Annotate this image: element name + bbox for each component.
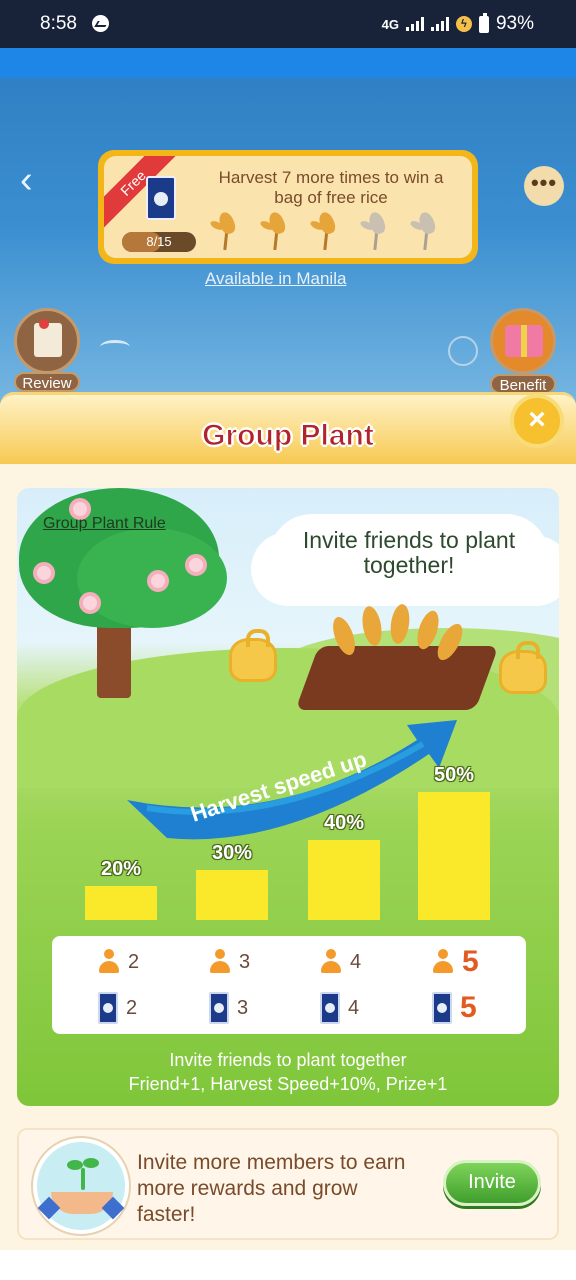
prizes-count-4: 5 xyxy=(460,991,477,1024)
wheat-filled-icon xyxy=(209,210,244,251)
benefit-label[interactable]: Benefit xyxy=(490,374,556,394)
rice-bag-icon xyxy=(209,992,229,1024)
harvest-progress-counter: 8/15 xyxy=(122,232,196,252)
speed-percent-label: 50% xyxy=(433,764,475,786)
battery-saver-icon: ϟ xyxy=(455,16,472,32)
clipboard-icon xyxy=(34,319,62,357)
members-count-3: 4 xyxy=(350,950,362,973)
caption-line-2: Friend+1, Harvest Speed+10%, Prize+1 xyxy=(128,1074,448,1094)
more-options-button[interactable]: ••• xyxy=(524,166,564,206)
wheat-empty-icon xyxy=(409,210,444,251)
flower-icon xyxy=(33,562,55,584)
app-top-bar xyxy=(0,48,576,78)
harvest-icons xyxy=(209,210,444,251)
free-rice-progress-card[interactable]: Free 8/15 Harvest 7 more times to win a … xyxy=(98,150,478,264)
close-button[interactable]: × xyxy=(510,394,564,448)
review-button[interactable] xyxy=(14,308,80,374)
cloud-message: Invite friends to plant together! xyxy=(302,527,516,578)
invite-message: Invite more members to earn more rewards… xyxy=(137,1151,406,1226)
rice-bag-icon xyxy=(98,992,118,1024)
bird-decoration xyxy=(100,340,130,354)
battery-icon xyxy=(478,12,489,33)
rice-field-icon xyxy=(295,646,499,710)
review-label[interactable]: Review xyxy=(14,372,80,392)
wheat-filled-icon xyxy=(259,210,294,251)
members-prizes-table: 2 2 3 3 4 4 5 5 xyxy=(52,936,526,1034)
members-count-4: 5 xyxy=(462,945,479,978)
person-icon xyxy=(209,949,231,975)
person-icon xyxy=(98,949,120,975)
person-icon xyxy=(320,949,342,975)
gift-icon xyxy=(505,325,543,357)
scene-caption: Invite friends to plant together Friend+… xyxy=(17,1048,559,1096)
speed-bar xyxy=(85,886,157,920)
status-time: 8:58 xyxy=(40,13,77,34)
speed-bar xyxy=(308,840,380,920)
flower-icon xyxy=(185,554,207,576)
battery-percent: 93% xyxy=(495,13,534,34)
speed-percent-label: 40% xyxy=(323,812,365,834)
network-type: 4G xyxy=(381,16,399,32)
sprout-in-hands-icon xyxy=(33,1138,129,1234)
person-icon xyxy=(432,949,454,975)
signal-icon xyxy=(405,17,424,31)
promo-message: Harvest 7 more times to win a bag of fre… xyxy=(218,168,444,207)
invite-button[interactable]: Invite xyxy=(443,1160,541,1206)
watering-can-icon xyxy=(229,629,277,682)
availability-link[interactable]: Available in Manila xyxy=(205,269,346,289)
signal-icon-2 xyxy=(430,17,449,31)
members-count-2: 3 xyxy=(239,950,251,973)
speed-percent-label: 20% xyxy=(100,858,142,880)
group-plant-rule-link[interactable]: Group Plant Rule xyxy=(43,515,166,533)
rice-bag-icon xyxy=(320,992,340,1024)
speed-percent-label: 30% xyxy=(211,842,253,864)
speed-bar xyxy=(418,792,490,920)
wheat-filled-icon xyxy=(309,210,344,251)
flower-icon xyxy=(147,570,169,592)
rice-bag-icon xyxy=(432,992,452,1024)
speed-bar xyxy=(196,870,268,920)
messenger-icon xyxy=(92,15,109,32)
invite-card: Invite more members to earn more rewards… xyxy=(17,1128,559,1240)
panel-header: Group Plant xyxy=(0,392,576,464)
wheat-empty-icon xyxy=(359,210,394,251)
panel-title: Group Plant xyxy=(202,419,375,453)
status-bar: 8:58 4G ϟ 93% xyxy=(0,0,576,48)
watering-can-icon xyxy=(499,641,547,694)
flower-icon xyxy=(79,592,101,614)
prizes-count-2: 3 xyxy=(237,996,249,1019)
back-chevron-icon[interactable]: ‹ xyxy=(20,160,33,200)
balloon-decoration xyxy=(448,336,478,366)
caption-line-1: Invite friends to plant together xyxy=(169,1050,407,1070)
prizes-count-3: 4 xyxy=(348,996,360,1019)
members-count-1: 2 xyxy=(128,950,140,973)
benefit-button[interactable] xyxy=(490,308,556,374)
prizes-count-1: 2 xyxy=(126,996,138,1019)
rice-bag-icon xyxy=(146,176,176,220)
